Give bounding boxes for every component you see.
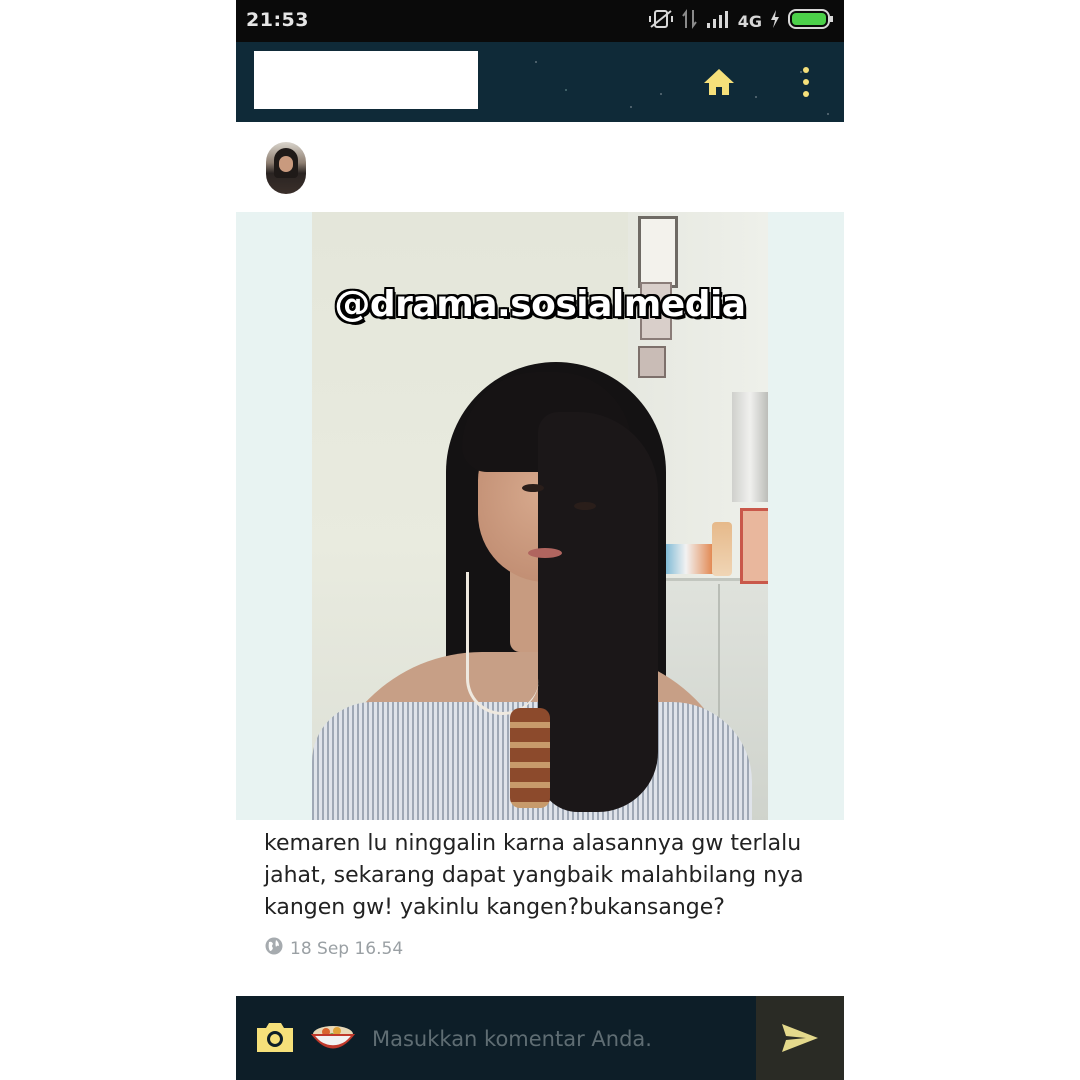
globe-icon xyxy=(264,936,284,961)
emoji-bowl-icon[interactable] xyxy=(310,1020,356,1056)
status-icons: 4G xyxy=(648,8,834,34)
more-vertical-icon[interactable] xyxy=(796,64,816,100)
comment-bar xyxy=(236,996,844,1080)
photo-area: @drama.sosialmedia xyxy=(236,212,844,820)
post-caption: kemaren lu ninggalin karna alasannya gw … xyxy=(264,831,804,920)
comment-input[interactable] xyxy=(370,1016,754,1062)
status-bar: 21:53 4G xyxy=(236,0,844,42)
post-photo[interactable]: @drama.sosialmedia xyxy=(312,212,768,820)
network-type: 4G xyxy=(737,11,762,31)
post-header xyxy=(236,122,844,212)
send-icon[interactable] xyxy=(756,996,844,1080)
status-time: 21:53 xyxy=(246,9,309,31)
post-meta: 18 Sep 16.54 xyxy=(264,936,403,961)
battery-icon xyxy=(788,8,834,34)
mute-vibrate-icon xyxy=(648,8,674,34)
signal-icon xyxy=(706,9,730,33)
post-timestamp: 18 Sep 16.54 xyxy=(290,938,404,959)
redacted-name-box xyxy=(254,51,478,109)
camera-icon[interactable] xyxy=(254,1020,296,1054)
data-arrows-icon xyxy=(681,8,698,34)
avatar[interactable] xyxy=(266,142,306,194)
phone-screen: 21:53 4G @drama.sosialmedia kemaren lu n… xyxy=(236,0,844,1080)
app-bar xyxy=(236,42,844,122)
charging-icon xyxy=(770,9,780,33)
home-icon[interactable] xyxy=(702,66,736,98)
watermark-text: @drama.sosialmedia xyxy=(334,284,746,325)
